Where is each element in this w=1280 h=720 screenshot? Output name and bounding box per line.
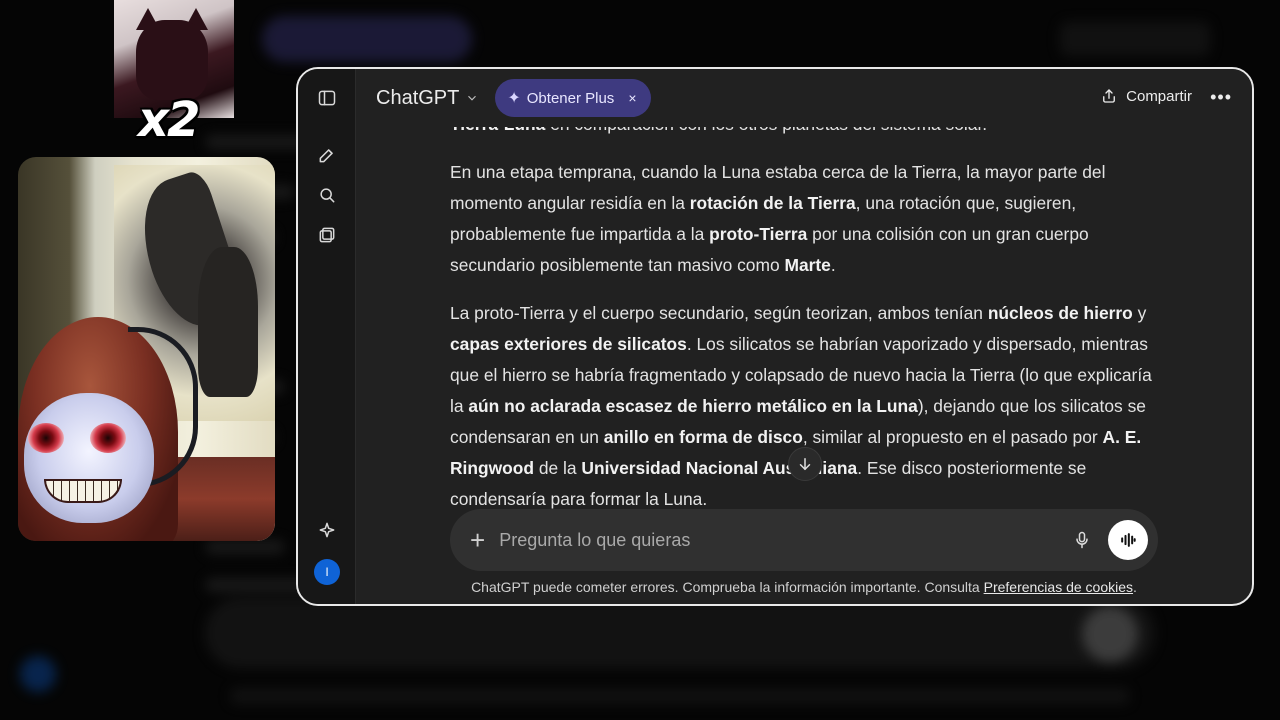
composer: + [450,509,1158,571]
top-bar: ChatGPT ✦ Obtener Plus × Compartir ••• [356,69,1252,127]
multiplier-label: x2 [138,92,200,148]
message-paragraph: En una etapa temprana, cuando la Luna es… [450,162,1106,275]
share-icon [1103,89,1116,103]
app-title: ChatGPT [376,86,460,109]
dictate-button[interactable] [1072,530,1092,550]
edit-icon [319,149,333,163]
webcam-overlay [18,157,275,541]
sidebar-rail: I [298,69,356,604]
new-chat-button[interactable] [312,140,342,170]
get-plus-button[interactable]: ✦ Obtener Plus × [495,79,651,117]
sparkle-icon [319,522,335,538]
get-plus-label: Obtener Plus [526,89,615,107]
model-selector[interactable]: ChatGPT [376,87,479,110]
arrow-down-icon [799,458,811,471]
scroll-to-bottom-button[interactable] [788,447,822,481]
share-label: Compartir [1126,87,1192,105]
cookie-preferences-link[interactable]: Preferencias de cookies [984,579,1133,595]
microphone-icon [1076,531,1088,549]
share-button[interactable]: Compartir [1100,87,1192,105]
chat-window: I ChatGPT ✦ Obtener Plus × Compartir •••… [296,67,1254,606]
sidebar-icon [318,90,336,106]
sparkle-icon: ✦ [507,90,521,107]
prompt-input[interactable] [499,529,1072,551]
attach-button[interactable]: + [470,527,485,553]
library-button[interactable] [312,220,342,250]
voice-mode-button[interactable] [1108,520,1148,560]
message-paragraph: La proto-Tierra y el cuerpo secundario, … [450,303,1152,509]
disclaimer: ChatGPT puede cometer errores. Comprueba… [471,579,1137,595]
search-icon [320,188,335,203]
images-icon [319,227,335,243]
chevron-down-icon [468,95,477,101]
user-avatar[interactable]: I [314,559,340,585]
close-icon[interactable]: × [628,90,636,106]
more-options-icon[interactable]: ••• [1210,87,1232,108]
toggle-sidebar-button[interactable] [312,83,342,113]
explore-gpts-button[interactable] [312,515,342,545]
waveform-icon [1121,533,1136,547]
search-chats-button[interactable] [312,180,342,210]
